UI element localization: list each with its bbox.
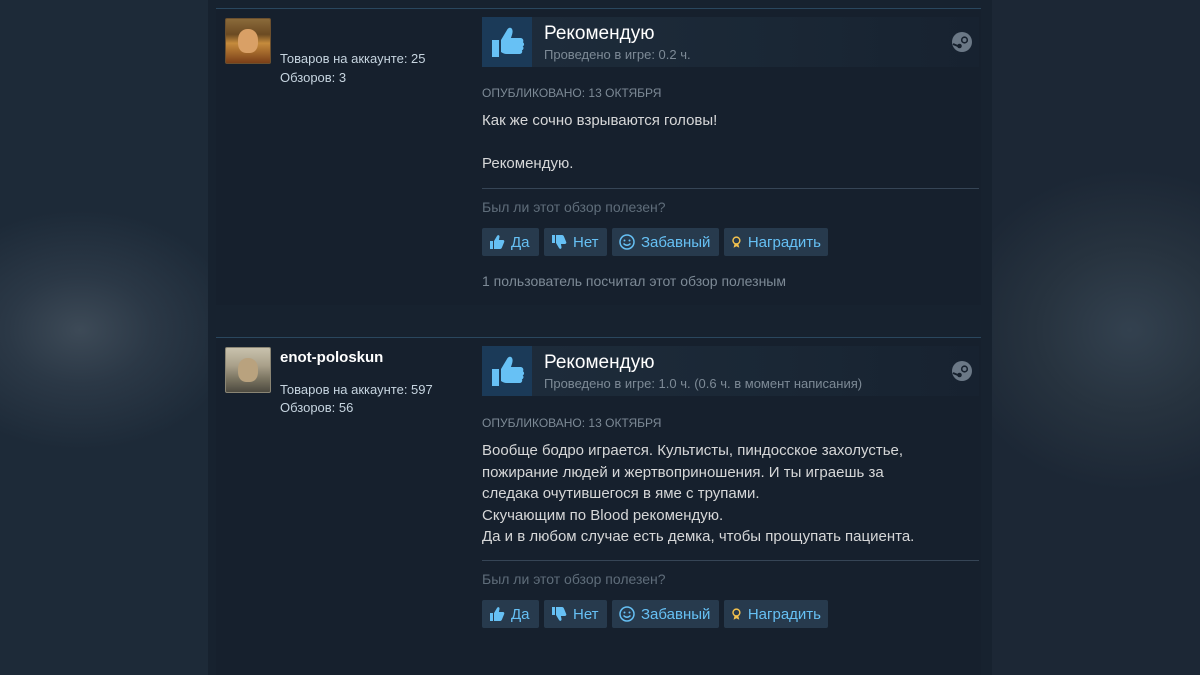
review-text-line: Вообще бодро играется. Культисты, пиндос… bbox=[482, 442, 904, 459]
review-verdict[interactable]: Рекомендую bbox=[544, 23, 654, 45]
vote-funny-label: Забавный bbox=[641, 233, 711, 251]
author-products-count[interactable]: Товаров на аккаунте: 25 bbox=[280, 51, 426, 66]
helpful-count: 1 пользователь посчитал этот обзор полез… bbox=[482, 273, 786, 289]
vote-no-label: Нет bbox=[573, 605, 599, 623]
thumbs-up-icon bbox=[490, 607, 505, 621]
review-vote-header[interactable]: Рекомендую Проведено в игре: 0.2 ч. bbox=[482, 17, 979, 67]
vote-no-button[interactable]: Нет bbox=[544, 600, 607, 628]
vote-yes-button[interactable]: Да bbox=[482, 228, 539, 256]
steam-icon bbox=[952, 32, 972, 52]
vote-funny-button[interactable]: Забавный bbox=[612, 600, 719, 628]
avatar[interactable] bbox=[225, 18, 271, 64]
author-products-count[interactable]: Товаров на аккаунте: 597 bbox=[280, 382, 433, 397]
award-button[interactable]: Наградить bbox=[724, 600, 828, 628]
review-vote-header[interactable]: Рекомендую Проведено в игре: 1.0 ч. (0.6… bbox=[482, 346, 979, 396]
steam-icon bbox=[952, 361, 972, 381]
award-label: Наградить bbox=[747, 605, 821, 623]
background-right bbox=[980, 0, 1200, 675]
vote-no-button[interactable]: Нет bbox=[544, 228, 607, 256]
award-button[interactable]: Наградить bbox=[724, 228, 828, 256]
background-left bbox=[0, 0, 210, 675]
vote-yes-label: Да bbox=[511, 605, 530, 623]
smiley-icon bbox=[619, 234, 635, 250]
review-text-line: следака очутившегося в яме с трупами. bbox=[482, 485, 760, 502]
thumbs-down-icon bbox=[552, 607, 567, 621]
playtime: Проведено в игре: 0.2 ч. bbox=[544, 47, 691, 62]
award-icon bbox=[732, 608, 741, 620]
review-posted-date: Опубликовано: 13 октября bbox=[482, 86, 662, 100]
author-name[interactable]: enot-poloskun bbox=[280, 349, 383, 366]
review-text-line bbox=[482, 132, 972, 154]
thumbs-up-icon bbox=[482, 17, 532, 67]
smiley-icon bbox=[619, 606, 635, 622]
award-icon bbox=[732, 236, 741, 248]
avatar[interactable] bbox=[225, 347, 271, 393]
vote-yes-label: Да bbox=[511, 233, 530, 251]
thumbs-up-icon bbox=[482, 346, 532, 396]
author-reviews-count[interactable]: Обзоров: 3 bbox=[280, 70, 346, 85]
vote-funny-label: Забавный bbox=[641, 605, 711, 623]
playtime: Проведено в игре: 1.0 ч. (0.6 ч. в момен… bbox=[544, 376, 863, 391]
review-posted-date: Опубликовано: 13 октября bbox=[482, 416, 662, 430]
helpful-question: Был ли этот обзор полезен? bbox=[482, 571, 666, 587]
divider bbox=[482, 188, 979, 189]
vote-no-label: Нет bbox=[573, 233, 599, 251]
review-text-line: Да и в любом случае есть демка, чтобы пр… bbox=[482, 528, 915, 545]
helpful-question: Был ли этот обзор полезен? bbox=[482, 199, 666, 215]
thumbs-down-icon bbox=[552, 235, 567, 249]
review-text-line: пожирание людей и жертвоприношения. И ты… bbox=[482, 463, 884, 481]
review-text-line: Скучающим по Blood рекомендую. bbox=[482, 506, 724, 524]
review-card: enot-poloskun Товаров на аккаунте: 597 О… bbox=[216, 337, 981, 675]
vote-funny-button[interactable]: Забавный bbox=[612, 228, 719, 256]
divider bbox=[482, 560, 979, 561]
review-card: Товаров на аккаунте: 25 Обзоров: 3 Реком… bbox=[216, 8, 981, 305]
award-label: Наградить bbox=[747, 233, 821, 251]
author-reviews-count[interactable]: Обзоров: 56 bbox=[280, 400, 353, 415]
vote-yes-button[interactable]: Да bbox=[482, 600, 539, 628]
thumbs-up-icon bbox=[490, 235, 505, 249]
review-text: Как же сочно взрываются головы! Рекоменд… bbox=[482, 110, 972, 175]
review-text-line: Как же сочно взрываются головы! bbox=[482, 112, 718, 129]
review-text: Вообще бодро играется. Культисты, пиндос… bbox=[482, 440, 972, 548]
review-verdict[interactable]: Рекомендую bbox=[544, 352, 654, 374]
review-text-line: Рекомендую. bbox=[482, 155, 574, 172]
